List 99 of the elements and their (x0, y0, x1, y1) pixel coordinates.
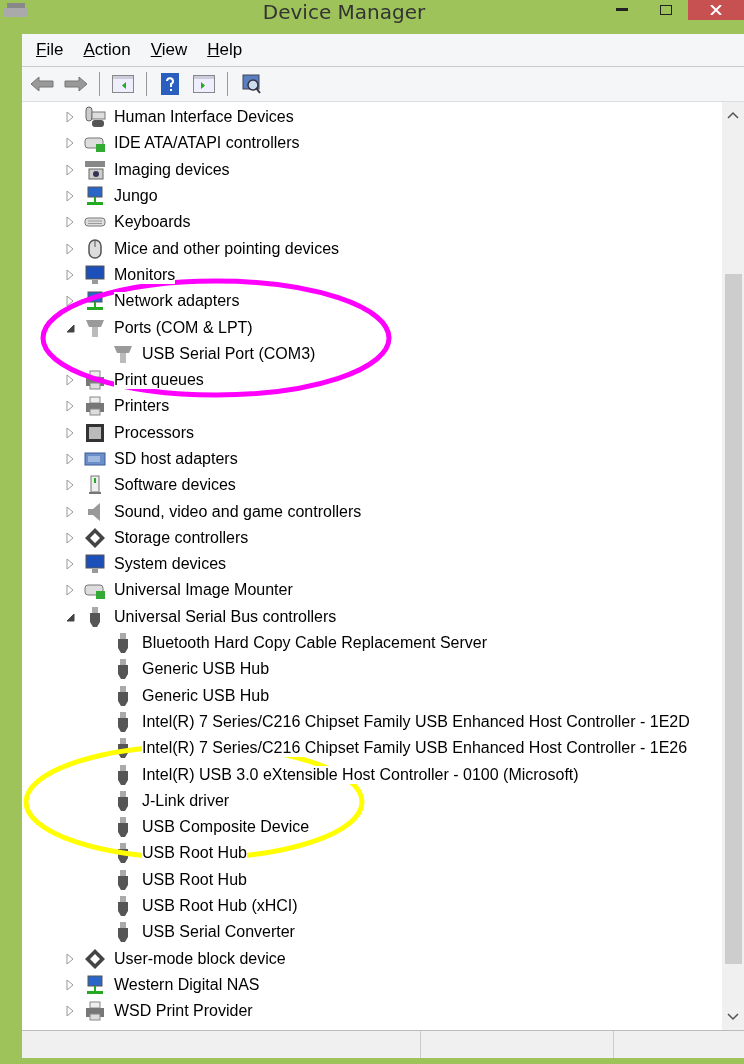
help-icon (161, 73, 179, 95)
menu-item[interactable]: Help (197, 40, 253, 60)
device-tree-item[interactable]: Sound, video and game controllers (114, 502, 362, 521)
drive-icon (84, 585, 105, 600)
device-tree-item[interactable]: Intel(R) 7 Series/C216 Chipset Family USB Enhanced Host Controller - 1E2D (142, 712, 690, 731)
device-tree-item[interactable]: Jungo (114, 187, 158, 206)
expand-arrow-icon[interactable] (66, 400, 74, 412)
diamond-icon (85, 948, 105, 969)
expand-arrow-icon[interactable] (66, 479, 74, 491)
collapse-arrow-icon[interactable] (66, 324, 75, 332)
port-connector-icon (114, 345, 132, 363)
network-computer-icon (87, 186, 103, 206)
keyboard-icon (84, 217, 106, 227)
minimize-icon (616, 8, 628, 12)
scanner-camera-icon (85, 160, 105, 180)
device-tree-item[interactable]: Storage controllers (114, 528, 249, 547)
computer-magnifier-icon (240, 73, 262, 95)
speaker-icon (88, 502, 100, 521)
device-tree-item[interactable]: Intel(R) 7 Series/C216 Chipset Family USB Enhanced Host Controller - 1E26 (142, 739, 688, 758)
drive-icon (84, 137, 105, 153)
device-tree-item[interactable]: Bluetooth Hard Copy Cable Replacement Server (142, 634, 488, 653)
left-arrow-icon (30, 76, 54, 92)
diamond-icon (85, 527, 105, 548)
scrollbar-thumb[interactable] (724, 274, 742, 964)
device-tree-item[interactable]: Monitors (114, 265, 176, 284)
chip-icon (86, 423, 104, 442)
expand-arrow-icon[interactable] (66, 532, 74, 544)
device-tree-item[interactable]: Universal Image Mounter (114, 581, 293, 600)
scroll-up-icon[interactable] (726, 109, 740, 121)
expand-arrow-icon[interactable] (66, 585, 74, 596)
maximize-icon (660, 5, 672, 15)
expand-arrow-icon[interactable] (66, 979, 74, 991)
expand-arrow-icon[interactable] (66, 111, 74, 123)
usb-plug-icon (118, 685, 128, 706)
input-devices-icon (85, 106, 106, 128)
monitor-icon (85, 554, 105, 574)
expand-arrow-icon[interactable] (66, 506, 74, 518)
expand-arrow-icon[interactable] (66, 269, 74, 281)
usb-plug-icon (118, 633, 128, 654)
usb-plug-icon (118, 922, 128, 943)
device-tree-item[interactable]: Network adapters (114, 292, 240, 311)
expand-arrow-icon[interactable] (66, 427, 74, 439)
scroll-down-icon[interactable] (726, 1011, 740, 1023)
close-button[interactable] (688, 0, 744, 20)
device-tree-item[interactable]: Ports (COM & LPT) (114, 318, 253, 337)
printer-icon (86, 370, 104, 390)
usb-plug-icon (90, 606, 100, 627)
device-tree-item[interactable]: Print queues (114, 371, 204, 390)
usb-plug-icon (118, 790, 128, 811)
device-tree-item[interactable]: USB Composite Device (142, 818, 310, 837)
device-tree-item[interactable]: Mice and other pointing devices (114, 239, 340, 258)
usb-plug-icon (118, 738, 128, 759)
network-computer-icon (87, 291, 103, 311)
device-tree-item[interactable]: Western Digital NAS (114, 975, 260, 994)
usb-plug-icon (118, 869, 128, 890)
window-title: Device Manager (261, 0, 427, 24)
printer-icon (86, 396, 104, 416)
usb-plug-icon (118, 764, 128, 785)
card-icon (84, 452, 106, 466)
usb-plug-icon (118, 711, 128, 732)
expand-arrow-icon[interactable] (66, 216, 74, 228)
device-tree-item[interactable]: Intel(R) USB 3.0 eXtensible Host Controller - 0100 (Microsoft) (142, 765, 579, 784)
expand-arrow-icon[interactable] (66, 295, 74, 307)
close-icon (710, 5, 722, 15)
device-tree-item[interactable]: Imaging devices (114, 160, 230, 179)
port-connector-icon (86, 319, 104, 337)
tower-icon (89, 475, 101, 495)
expand-arrow-icon[interactable] (66, 243, 74, 255)
device-tree-item[interactable]: USB Root Hub (142, 844, 247, 863)
expand-arrow-icon[interactable] (66, 374, 74, 386)
expand-arrow-icon[interactable] (66, 190, 74, 202)
usb-plug-icon (118, 659, 128, 680)
monitor-icon (85, 265, 105, 284)
device-tree-item[interactable]: USB Serial Port (COM3) (142, 344, 316, 363)
device-tree-item[interactable]: Keyboards (114, 213, 191, 232)
expand-arrow-icon[interactable] (66, 164, 74, 176)
device-manager-icon (4, 3, 28, 17)
expand-arrow-icon[interactable] (66, 1005, 74, 1017)
expand-arrow-icon[interactable] (66, 953, 74, 965)
menu-item[interactable]: View (140, 40, 198, 60)
menu-item[interactable]: Action (73, 40, 141, 60)
printer-icon (86, 1001, 104, 1021)
device-tree-item[interactable]: SD host adapters (114, 450, 238, 468)
menu-item[interactable]: File (26, 40, 74, 60)
device-tree-item[interactable]: System devices (114, 555, 227, 574)
window-pane-icon (193, 75, 215, 93)
usb-plug-icon (118, 817, 128, 838)
device-tree-item[interactable]: USB Root Hub (xHCI) (142, 897, 298, 916)
expand-arrow-icon[interactable] (66, 137, 74, 149)
scrollbar[interactable] (722, 102, 744, 1030)
network-computer-icon (87, 975, 103, 994)
window-pane-icon (112, 75, 134, 93)
mouse-icon (88, 238, 102, 259)
expand-arrow-icon[interactable] (66, 453, 74, 465)
right-arrow-icon (64, 76, 88, 92)
collapse-arrow-icon[interactable] (66, 613, 75, 622)
usb-plug-icon (118, 896, 128, 917)
usb-plug-icon (118, 843, 128, 864)
expand-arrow-icon[interactable] (66, 558, 74, 570)
